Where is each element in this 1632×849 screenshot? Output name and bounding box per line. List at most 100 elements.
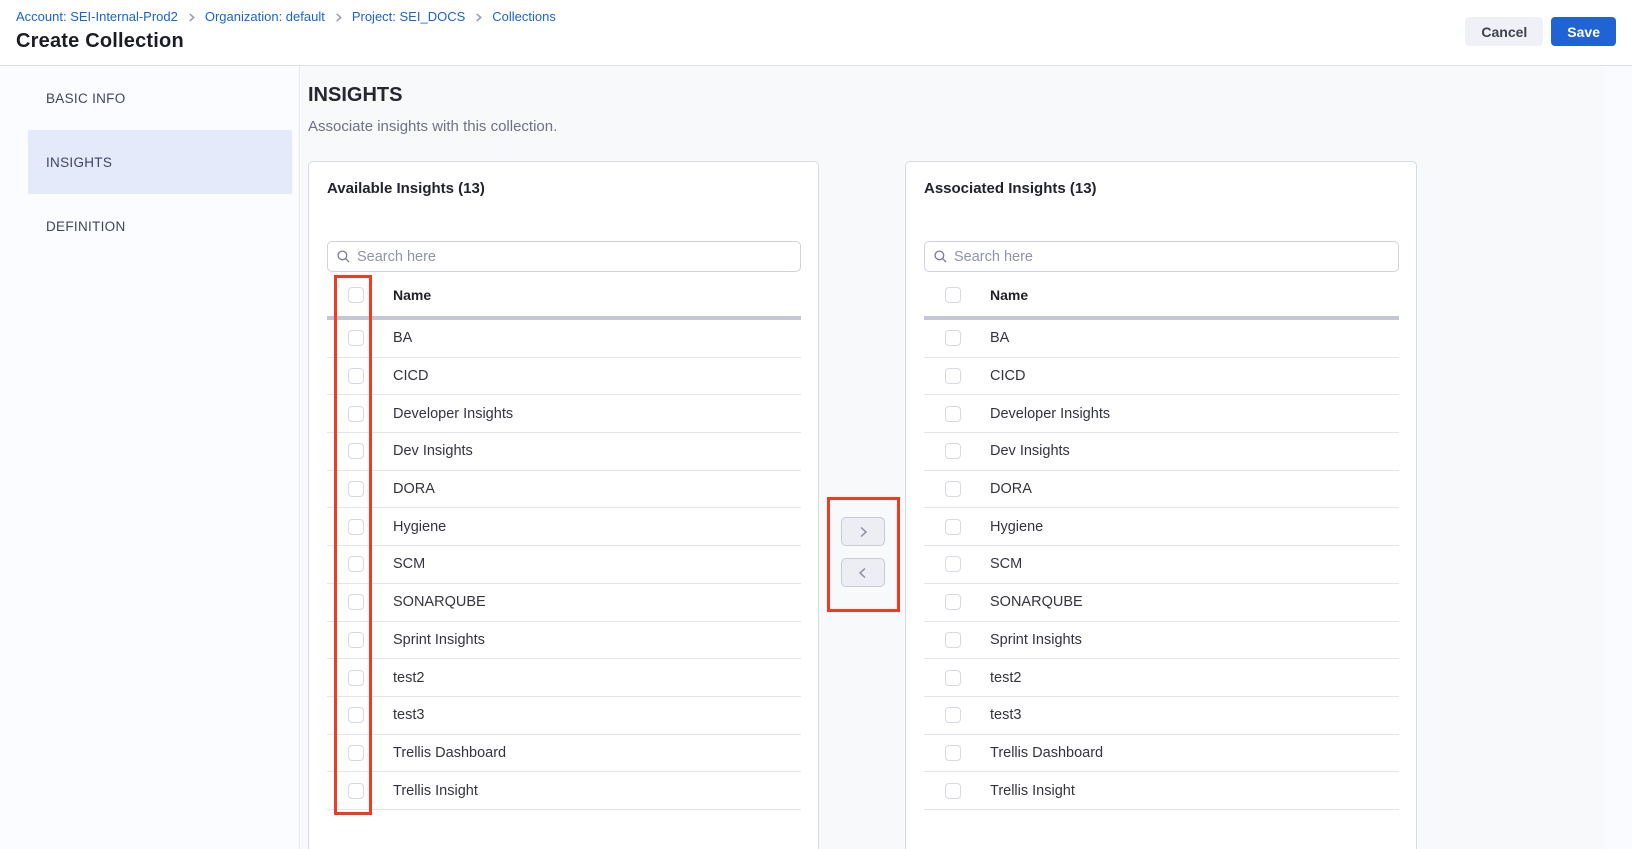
associated-panel-title: Associated Insights (13) [924,180,1097,197]
sidebar-item-basic-info[interactable]: BASIC INFO [28,66,292,130]
search-icon [934,250,947,263]
table-row: CICD [924,358,1399,396]
move-right-button[interactable] [841,517,885,546]
row-checkbox[interactable] [945,745,961,761]
row-label: Sprint Insights [990,632,1082,648]
row-label: test3 [990,707,1021,723]
row-checkbox[interactable] [348,632,364,648]
sidebar-item-insights[interactable]: INSIGHTS [28,130,292,194]
row-checkbox[interactable] [945,519,961,535]
row-checkbox[interactable] [348,707,364,723]
cancel-button[interactable]: Cancel [1465,17,1543,46]
row-checkbox[interactable] [945,368,961,384]
row-checkbox[interactable] [348,670,364,686]
chevron-right-icon [857,526,869,538]
row-label: Sprint Insights [393,632,485,648]
row-checkbox[interactable] [348,406,364,422]
row-label: Hygiene [393,519,446,535]
row-checkbox[interactable] [945,406,961,422]
save-button[interactable]: Save [1551,17,1616,46]
row-checkbox[interactable] [945,556,961,572]
table-row: DORA [327,471,801,509]
table-row: test3 [327,697,801,735]
available-search-box [327,241,801,272]
table-row: Trellis Dashboard [924,735,1399,773]
available-select-all-checkbox[interactable] [348,287,364,303]
table-row: Developer Insights [924,395,1399,433]
table-row: test2 [924,659,1399,697]
associated-search-box [924,241,1399,272]
row-label: Developer Insights [990,406,1110,422]
table-row: Sprint Insights [924,622,1399,660]
table-row: BA [327,320,801,358]
row-label: CICD [990,368,1025,384]
row-checkbox[interactable] [348,368,364,384]
sidebar: BASIC INFOINSIGHTSDEFINITION [0,66,300,849]
available-search-input[interactable] [357,249,791,265]
table-row: Dev Insights [327,433,801,471]
table-row: Developer Insights [327,395,801,433]
table-row: test3 [924,697,1399,735]
sidebar-item-definition[interactable]: DEFINITION [28,194,292,258]
associated-select-all-checkbox[interactable] [945,287,961,303]
row-checkbox[interactable] [945,783,961,799]
main-content: INSIGHTS Associate insights with this co… [301,66,1632,849]
row-label: test2 [990,670,1021,686]
section-heading: INSIGHTS [308,84,402,107]
header-actions: Cancel Save [1465,17,1616,46]
row-label: SONARQUBE [393,594,486,610]
table-row: Trellis Insight [924,772,1399,810]
row-checkbox[interactable] [348,594,364,610]
breadcrumb-link[interactable]: Account: SEI-Internal-Prod2 [16,9,178,24]
chevron-left-icon [857,567,869,579]
row-checkbox[interactable] [945,670,961,686]
row-checkbox[interactable] [348,443,364,459]
row-label: SCM [393,556,425,572]
associated-insights-panel: Associated Insights (13) Name BA CICD De… [905,161,1417,849]
row-label: CICD [393,368,428,384]
row-label: Trellis Dashboard [990,745,1103,761]
row-checkbox[interactable] [945,632,961,648]
breadcrumb-link[interactable]: Project: SEI_DOCS [352,9,465,24]
row-label: Trellis Dashboard [393,745,506,761]
row-checkbox[interactable] [945,594,961,610]
row-checkbox[interactable] [945,707,961,723]
scrollbar-gutter [1605,66,1632,849]
row-label: Trellis Insight [990,783,1075,799]
breadcrumb: Account: SEI-Internal-Prod2 Organization:… [16,9,556,24]
associated-search-input[interactable] [954,249,1389,265]
table-row: SCM [327,546,801,584]
row-checkbox[interactable] [348,745,364,761]
breadcrumb-link[interactable]: Organization: default [205,9,325,24]
row-checkbox[interactable] [348,519,364,535]
breadcrumb-chevron-icon [474,13,483,22]
move-left-button[interactable] [841,558,885,587]
table-row: Sprint Insights [327,622,801,660]
breadcrumb-link[interactable]: Collections [492,9,556,24]
row-label: test2 [393,670,424,686]
available-insights-list: BA CICD Developer Insights Dev Insights … [327,320,801,810]
page-title: Create Collection [16,30,184,53]
row-checkbox[interactable] [348,481,364,497]
row-label: DORA [990,481,1032,497]
table-row: CICD [327,358,801,396]
row-checkbox[interactable] [348,330,364,346]
row-checkbox[interactable] [945,330,961,346]
name-column-header: Name [393,287,431,303]
row-label: BA [393,330,412,346]
row-label: Dev Insights [393,443,473,459]
row-checkbox[interactable] [348,556,364,572]
table-row: Trellis Insight [327,772,801,810]
row-checkbox[interactable] [945,481,961,497]
row-checkbox[interactable] [348,783,364,799]
associated-table-header: Name [924,273,1399,316]
available-table-header: Name [327,273,801,316]
row-checkbox[interactable] [945,443,961,459]
table-row: Trellis Dashboard [327,735,801,773]
section-subheading: Associate insights with this collection. [308,118,557,135]
breadcrumb-chevron-icon [187,13,196,22]
table-row: SONARQUBE [924,584,1399,622]
table-row: SCM [924,546,1399,584]
table-row: Dev Insights [924,433,1399,471]
table-row: SONARQUBE [327,584,801,622]
